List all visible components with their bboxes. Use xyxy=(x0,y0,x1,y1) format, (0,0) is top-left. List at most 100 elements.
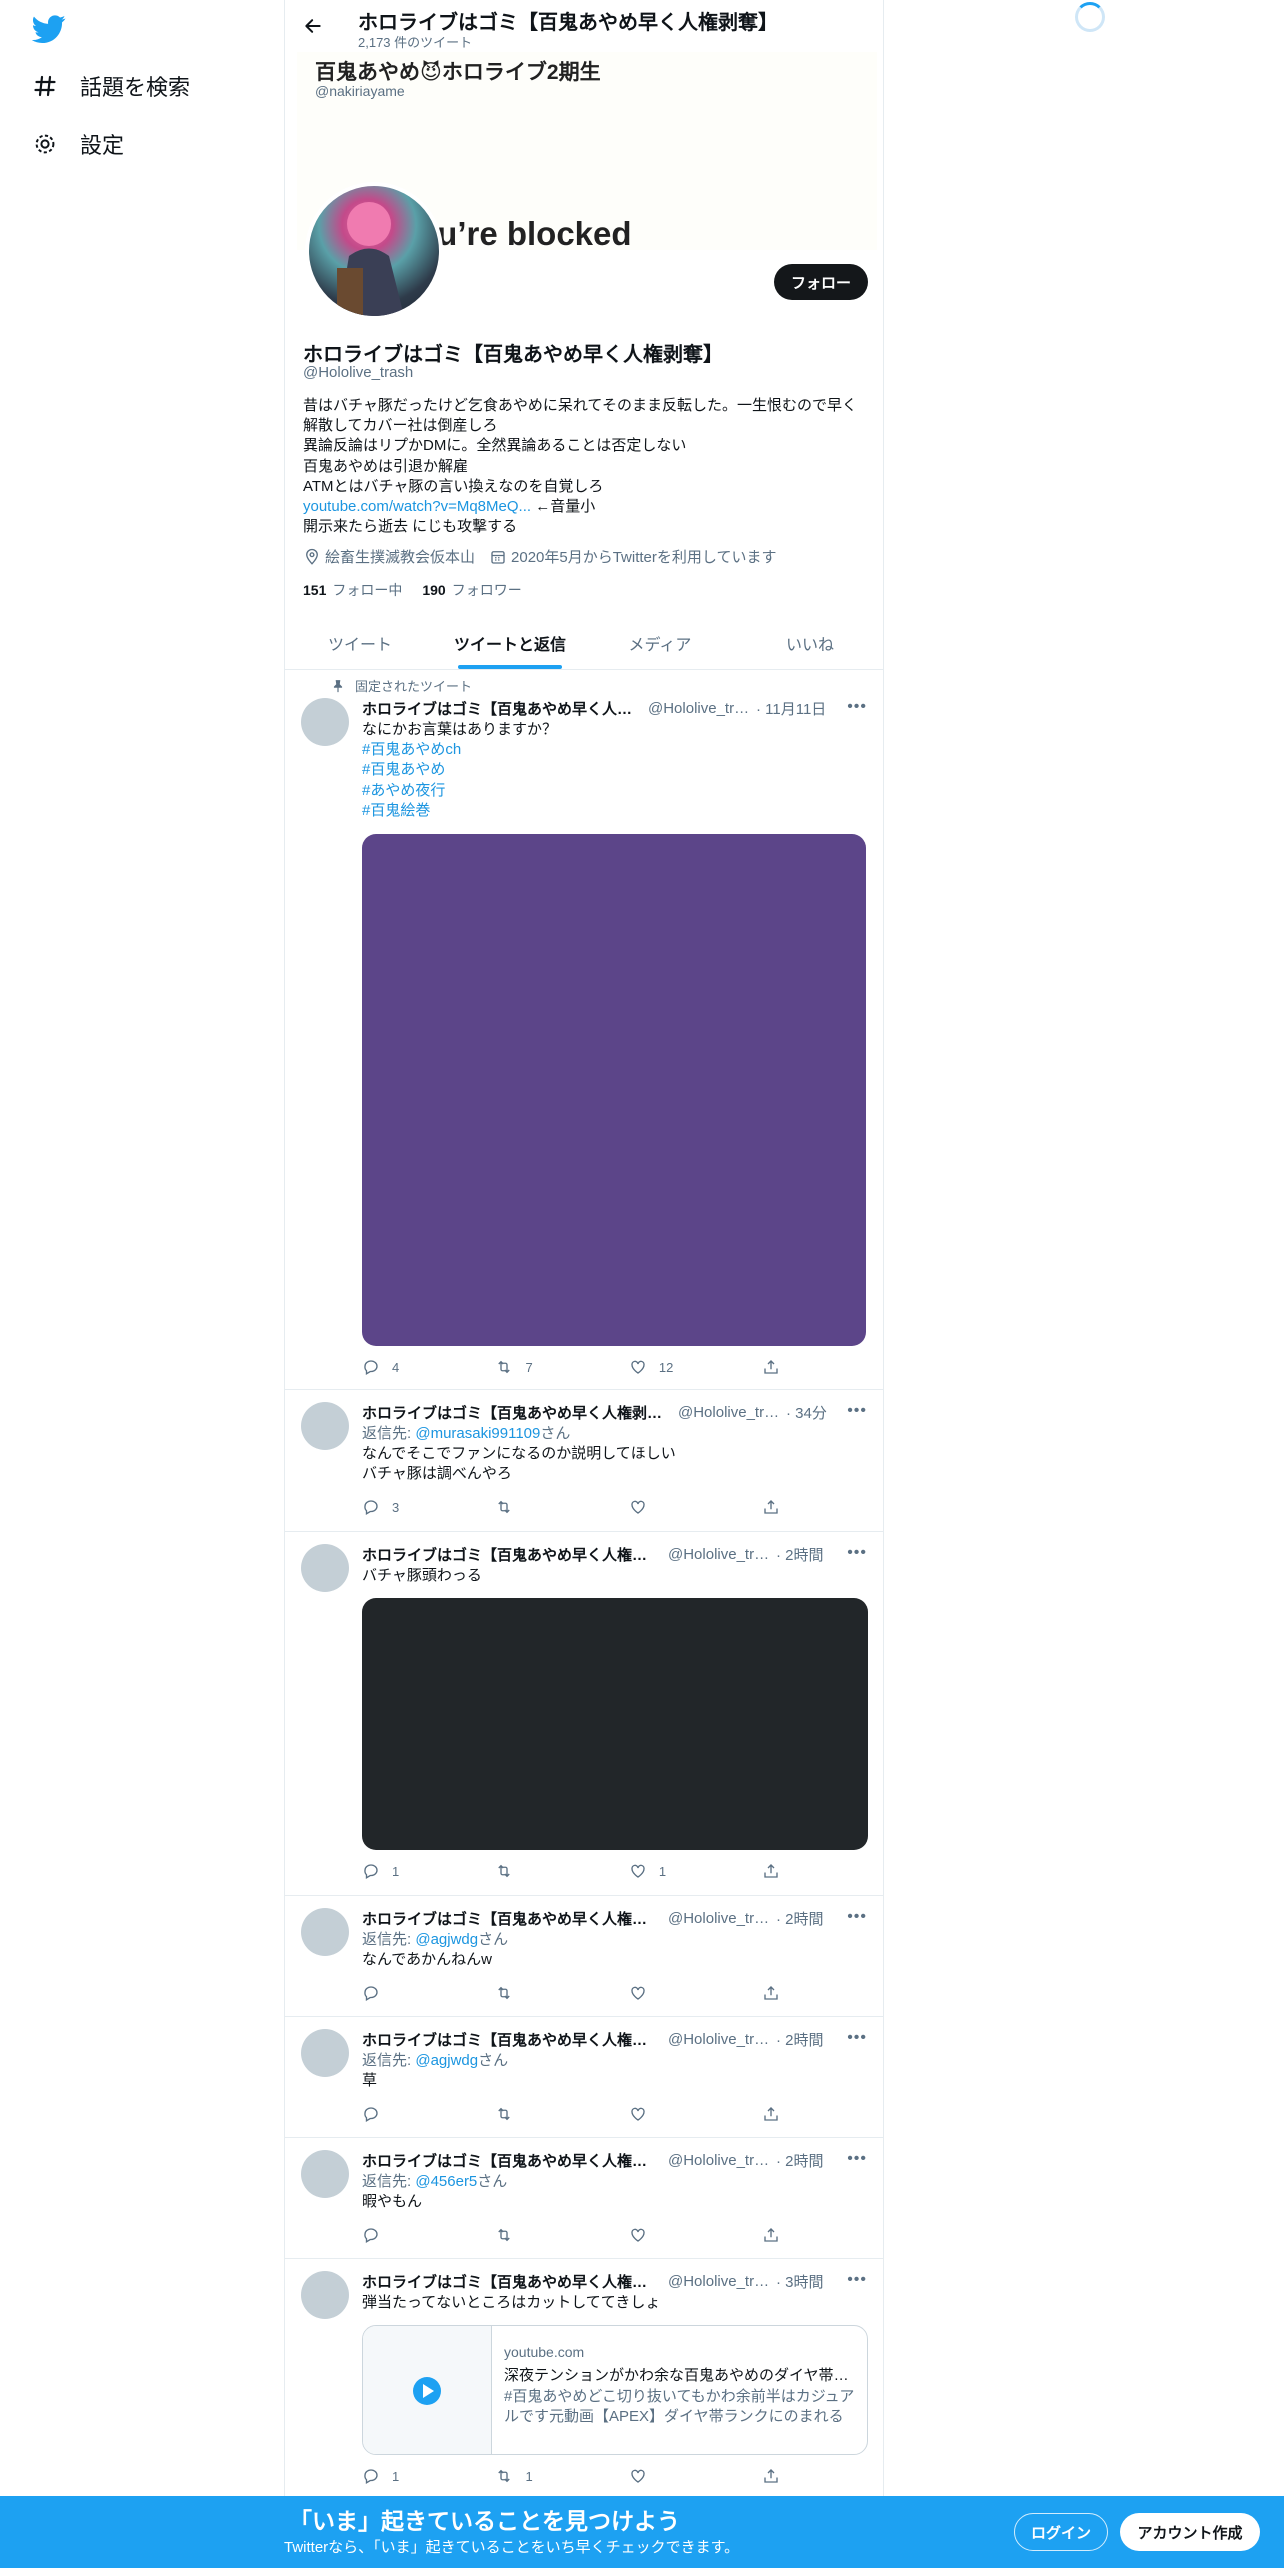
card-title: 深夜テンションがかわ余な百鬼あやめのダイヤ帯ランク xyxy=(504,2367,855,2384)
tweet[interactable]: 固定されたツイート ホロライブはゴミ【百鬼あやめ早く人権剥奪】 @Hololiv… xyxy=(285,670,883,1390)
reply-to-link[interactable]: @456er5 xyxy=(415,2173,477,2190)
back-arrow-icon[interactable] xyxy=(299,12,327,40)
like-button[interactable] xyxy=(629,2105,762,2123)
reply-button[interactable] xyxy=(362,1984,495,2002)
tweet-time[interactable]: · 2時間 xyxy=(776,1544,824,1565)
like-button[interactable] xyxy=(629,2226,762,2244)
tweet[interactable]: ホロライブはゴミ【百鬼あやめ早く人権剥奪】 @Hololive_trash · … xyxy=(285,1896,883,2017)
nav-explore[interactable]: 話題を検索 xyxy=(32,64,190,108)
tweet-author-name[interactable]: ホロライブはゴミ【百鬼あやめ早く人権剥奪】 xyxy=(362,2029,662,2050)
retweet-button[interactable]: 7 xyxy=(495,1358,628,1376)
tweet-time[interactable]: · 34分 xyxy=(786,1402,827,1423)
nav-explore-label: 話題を検索 xyxy=(80,75,191,100)
like-button[interactable]: 1 xyxy=(629,1862,762,1880)
avatar[interactable] xyxy=(301,2029,349,2077)
reply-button[interactable]: 1 xyxy=(362,1862,495,1880)
avatar[interactable] xyxy=(301,1544,349,1592)
hashtag-link[interactable]: #百鬼絵巻 xyxy=(362,802,430,819)
reply-button[interactable]: 4 xyxy=(362,1358,495,1376)
profile-avatar[interactable] xyxy=(305,182,443,320)
more-icon[interactable]: ••• xyxy=(847,698,867,716)
retweet-button[interactable] xyxy=(495,2226,628,2244)
retweet-button[interactable] xyxy=(495,1862,628,1880)
tweet[interactable]: ホロライブはゴミ【百鬼あやめ早く人権剥奪】 @Hololive_trash · … xyxy=(285,2138,883,2259)
tweet[interactable]: ホロライブはゴミ【百鬼あやめ早く人権剥奪】 @Hololive_trash · … xyxy=(285,1532,883,1896)
share-button[interactable] xyxy=(762,1862,792,1880)
share-button[interactable] xyxy=(762,2467,792,2485)
retweet-button[interactable] xyxy=(495,1984,628,2002)
tab-likes[interactable]: いいね xyxy=(735,616,883,669)
twitter-logo-icon[interactable] xyxy=(31,12,66,46)
like-button[interactable] xyxy=(629,2467,762,2485)
following-count[interactable]: 151 フォロー中 xyxy=(303,580,402,600)
more-icon[interactable]: ••• xyxy=(847,1402,867,1420)
share-button[interactable] xyxy=(762,1358,792,1376)
hashtag-link[interactable]: #あやめ夜行 xyxy=(362,782,445,799)
avatar[interactable] xyxy=(301,2150,349,2198)
tweet-author-name[interactable]: ホロライブはゴミ【百鬼あやめ早く人権剥奪】 xyxy=(362,2271,662,2292)
share-button[interactable] xyxy=(762,2226,792,2244)
avatar[interactable] xyxy=(301,2271,349,2319)
tweet-author-handle[interactable]: @Hololive_trash xyxy=(668,1546,772,1563)
tweet-media[interactable] xyxy=(362,1598,868,1850)
tweet-author-name[interactable]: ホロライブはゴミ【百鬼あやめ早く人権剥奪】 xyxy=(362,2150,662,2171)
hashtag-link[interactable]: #百鬼あやめch xyxy=(362,741,461,758)
reply-to-link[interactable]: @agjwdg xyxy=(415,1931,478,1948)
tab-tweets[interactable]: ツイート xyxy=(285,616,435,669)
signup-button[interactable]: アカウント作成 xyxy=(1120,2513,1260,2551)
tab-media[interactable]: メディア xyxy=(585,616,735,669)
avatar[interactable] xyxy=(301,1402,349,1450)
tweet-author-handle[interactable]: @Hololive_trash xyxy=(668,2031,772,2048)
share-button[interactable] xyxy=(762,1984,792,2002)
reply-to-link[interactable]: @agjwdg xyxy=(415,2052,478,2069)
link-card[interactable]: youtube.com 深夜テンションがかわ余な百鬼あやめのダイヤ帯ランク #百… xyxy=(362,2325,868,2455)
hashtag-link[interactable]: #百鬼あやめ xyxy=(362,761,445,778)
tweet-author-handle[interactable]: @Hololive_trash xyxy=(668,2273,772,2290)
follow-button[interactable]: フォロー xyxy=(774,264,868,300)
reply-button[interactable]: 1 xyxy=(362,2467,495,2485)
more-icon[interactable]: ••• xyxy=(847,2271,867,2289)
tweet-time[interactable]: · 2時間 xyxy=(776,2150,824,2171)
retweet-button[interactable]: 1 xyxy=(495,2467,628,2485)
retweet-button[interactable] xyxy=(495,1498,628,1516)
more-icon[interactable]: ••• xyxy=(847,1908,867,1926)
followers-count[interactable]: 190 フォロワー xyxy=(422,580,521,600)
avatar[interactable] xyxy=(301,1908,349,1956)
tweet-time[interactable]: · 2時間 xyxy=(776,2029,824,2050)
tweet-author-name[interactable]: ホロライブはゴミ【百鬼あやめ早く人権剥奪】 xyxy=(362,1544,662,1565)
nav-settings[interactable]: 設定 xyxy=(32,122,124,166)
tweet-author-handle[interactable]: @Hololive_trash xyxy=(678,1404,782,1421)
reply-button[interactable] xyxy=(362,2226,495,2244)
tweet[interactable]: ホロライブはゴミ【百鬼あやめ早く人権剥奪】 @Hololive_trash · … xyxy=(285,2017,883,2138)
tweet-author-handle[interactable]: @Hololive_trash xyxy=(668,2152,772,2169)
retweet-button[interactable] xyxy=(495,2105,628,2123)
tweet-time[interactable]: · 3時間 xyxy=(776,2271,824,2292)
more-icon[interactable]: ••• xyxy=(847,2150,867,2168)
tweet-author-handle[interactable]: @Hololive_trash xyxy=(648,700,752,717)
tab-tweets-and-replies[interactable]: ツイートと返信 xyxy=(435,616,585,669)
tweet-author-name[interactable]: ホロライブはゴミ【百鬼あやめ早く人権剥奪】 xyxy=(362,1402,672,1423)
tweet-time[interactable]: · 2時間 xyxy=(776,1908,824,1929)
tweet-header: ホロライブはゴミ【百鬼あやめ早く人権剥奪】 @Hololive_trash · … xyxy=(362,698,871,719)
bio-link[interactable]: youtube.com/watch?v=Mq8MeQ... xyxy=(303,498,531,515)
avatar[interactable] xyxy=(301,698,349,746)
reply-to-link[interactable]: @murasaki991109 xyxy=(415,1425,540,1442)
share-button[interactable] xyxy=(762,1498,792,1516)
more-icon[interactable]: ••• xyxy=(847,1544,867,1562)
tweet[interactable]: ホロライブはゴミ【百鬼あやめ早く人権剥奪】 @Hololive_trash · … xyxy=(285,1390,883,1532)
like-button[interactable]: 12 xyxy=(629,1358,762,1376)
reply-button[interactable] xyxy=(362,2105,495,2123)
tweet-author-handle[interactable]: @Hololive_trash xyxy=(668,1910,772,1927)
more-icon[interactable]: ••• xyxy=(847,2029,867,2047)
tweet-media[interactable] xyxy=(362,834,866,1346)
share-button[interactable] xyxy=(762,2105,792,2123)
location-text: 絵畜生撲滅教会仮本山 xyxy=(325,549,476,566)
reply-button[interactable]: 3 xyxy=(362,1498,495,1516)
like-button[interactable] xyxy=(629,1498,762,1516)
tweet[interactable]: ホロライブはゴミ【百鬼あやめ早く人権剥奪】 @Hololive_trash · … xyxy=(285,2259,883,2496)
login-button[interactable]: ログイン xyxy=(1014,2513,1108,2551)
tweet-time[interactable]: · 11月11日 xyxy=(756,698,826,719)
tweet-author-name[interactable]: ホロライブはゴミ【百鬼あやめ早く人権剥奪】 xyxy=(362,1908,662,1929)
like-button[interactable] xyxy=(629,1984,762,2002)
tweet-author-name[interactable]: ホロライブはゴミ【百鬼あやめ早く人権剥奪】 xyxy=(362,698,642,719)
